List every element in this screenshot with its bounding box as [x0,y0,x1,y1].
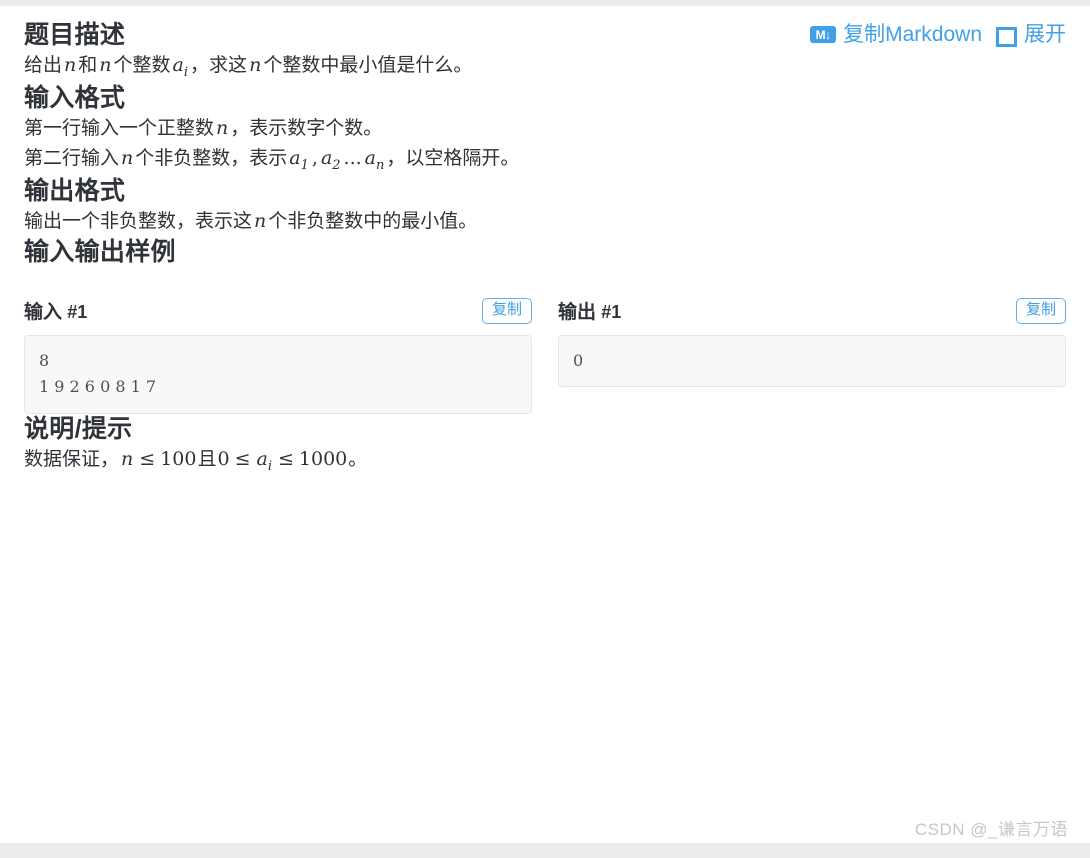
input-format-line-1: 第一行输入一个正整数 n ，表示数字个数。 [24,114,1066,143]
expand-button[interactable]: 展开 [996,23,1066,47]
in1-var-n: n [216,117,229,140]
in2-var-a2-base: a [320,146,333,169]
desc-text-4: ，求这 [190,55,248,77]
note-text-2: 且 [197,448,217,470]
out1-text-2: 个非负整数中的最小值。 [268,211,478,233]
note-var-a: ai [254,447,274,474]
expand-label: 展开 [1024,23,1066,46]
note-var-a-sub: i [267,458,272,474]
sample-output-index: #1 [601,302,622,323]
sample-output-label: 输出 #1 [558,297,621,324]
in1-text-2: ，表示数字个数。 [230,118,383,140]
desc-text-5: 个整数中最小值是什么。 [263,55,473,77]
notes-title: 说明/提示 [24,414,133,443]
copy-output-button[interactable]: 复制 [1015,298,1066,324]
note-op-1: ≤ [139,447,156,470]
note-text-3: 。 [348,448,368,470]
note-num-0: 0 [217,447,230,470]
in2-var-an: an [363,146,387,173]
sample-input-code[interactable]: 8 1 9 2 6 0 8 1 7 [24,334,532,414]
samples-title: 输入输出样例 [24,237,176,266]
in2-text-2: 个非负整数，表示 [135,147,288,169]
in2-var-n: n [121,146,134,169]
out1-text-1: 输出一个非负整数，表示这 [24,211,253,233]
desc-var-a-base: a [172,54,184,77]
sample-output-block: 输出 #1 复制 0 [558,296,1066,414]
note-var-a-base: a [256,447,268,470]
desc-var-n-1: n [64,54,77,77]
samples-container: 输入 #1 复制 8 1 9 2 6 0 8 1 7 输出 #1 复制 0 [24,296,1066,414]
description-header: 题目描述 M↓ 复制Markdown 展开 [24,20,1066,51]
in2-var-a1-sub: 1 [300,157,309,173]
in2-text-3: ，以空格隔开。 [386,147,520,169]
sample-output-header: 输出 #1 复制 [558,296,1066,326]
desc-text-1: 给出 [24,55,63,77]
in2-var-a1: a1 [287,146,311,173]
desc-var-a-sub: i [183,65,189,81]
sample-input-header: 输入 #1 复制 [24,296,532,326]
desc-text-3: 个整数 [113,55,171,77]
in1-text-1: 第一行输入一个正整数 [24,118,215,140]
page-title: 题目描述 [24,21,126,49]
sample-input-label: 输入 #1 [24,297,87,324]
sample-input-label-text: 输入 [24,302,63,324]
in2-sep-1: , [311,146,318,169]
in2-var-a1-base: a [289,146,301,169]
note-num-100: 100 [160,447,197,470]
problem-page: 题目描述 M↓ 复制Markdown 展开 给出 n 和 n 个整数 ai ，求这 n 个整数中… [0,6,1090,843]
in2-ellipsis: ... [343,146,362,169]
in2-text-1: 第二行输入 [24,147,120,169]
desc-var-n-3: n [249,54,262,77]
note-op-3: ≤ [277,447,294,470]
sample-input-block: 输入 #1 复制 8 1 9 2 6 0 8 1 7 [24,296,532,414]
note-op-2: ≤ [234,447,251,470]
expand-icon [996,26,1017,47]
csdn-watermark: CSDN @_谦言万语 [914,820,1068,839]
notes-line-1: 数据保证， n ≤100且0 ≤ ai ≤1000。 [24,445,1066,477]
in2-var-an-sub: n [376,157,385,173]
desc-text-2: 和 [78,55,98,77]
sample-input-index: #1 [67,302,88,323]
in2-var-an-base: a [364,146,376,169]
description-paragraph: 给出 n 和 n 个整数 ai ，求这 n 个整数中最小值是什么。 [24,51,1066,83]
header-actions: M↓ 复制Markdown 展开 [810,23,1066,47]
sample-output-code[interactable]: 0 [558,334,1066,387]
desc-var-n-2: n [99,54,112,77]
in2-var-a2: a2 [319,146,343,173]
output-format-title: 输出格式 [24,176,126,205]
markdown-icon: M↓ [810,26,837,43]
bottom-edge-strip [0,843,1090,858]
input-format-line-2: 第二行输入 n 个非负整数，表示 a1, a2... an ，以空格隔开。 [24,144,1066,176]
in2-var-a2-sub: 2 [332,157,341,173]
desc-var-a: ai [171,54,191,80]
out1-var-n: n [254,210,267,233]
copy-markdown-button[interactable]: M↓ 复制Markdown [810,24,982,45]
note-text-1: 数据保证， [24,448,120,470]
copy-markdown-label: 复制Markdown [843,23,982,46]
copy-input-button[interactable]: 复制 [481,298,532,324]
note-var-n: n [121,447,134,470]
sample-output-label-text: 输出 [558,302,597,324]
note-num-1000: 1000 [298,447,348,470]
output-format-line-1: 输出一个非负整数，表示这 n 个非负整数中的最小值。 [24,207,1066,236]
input-format-title: 输入格式 [24,84,126,113]
